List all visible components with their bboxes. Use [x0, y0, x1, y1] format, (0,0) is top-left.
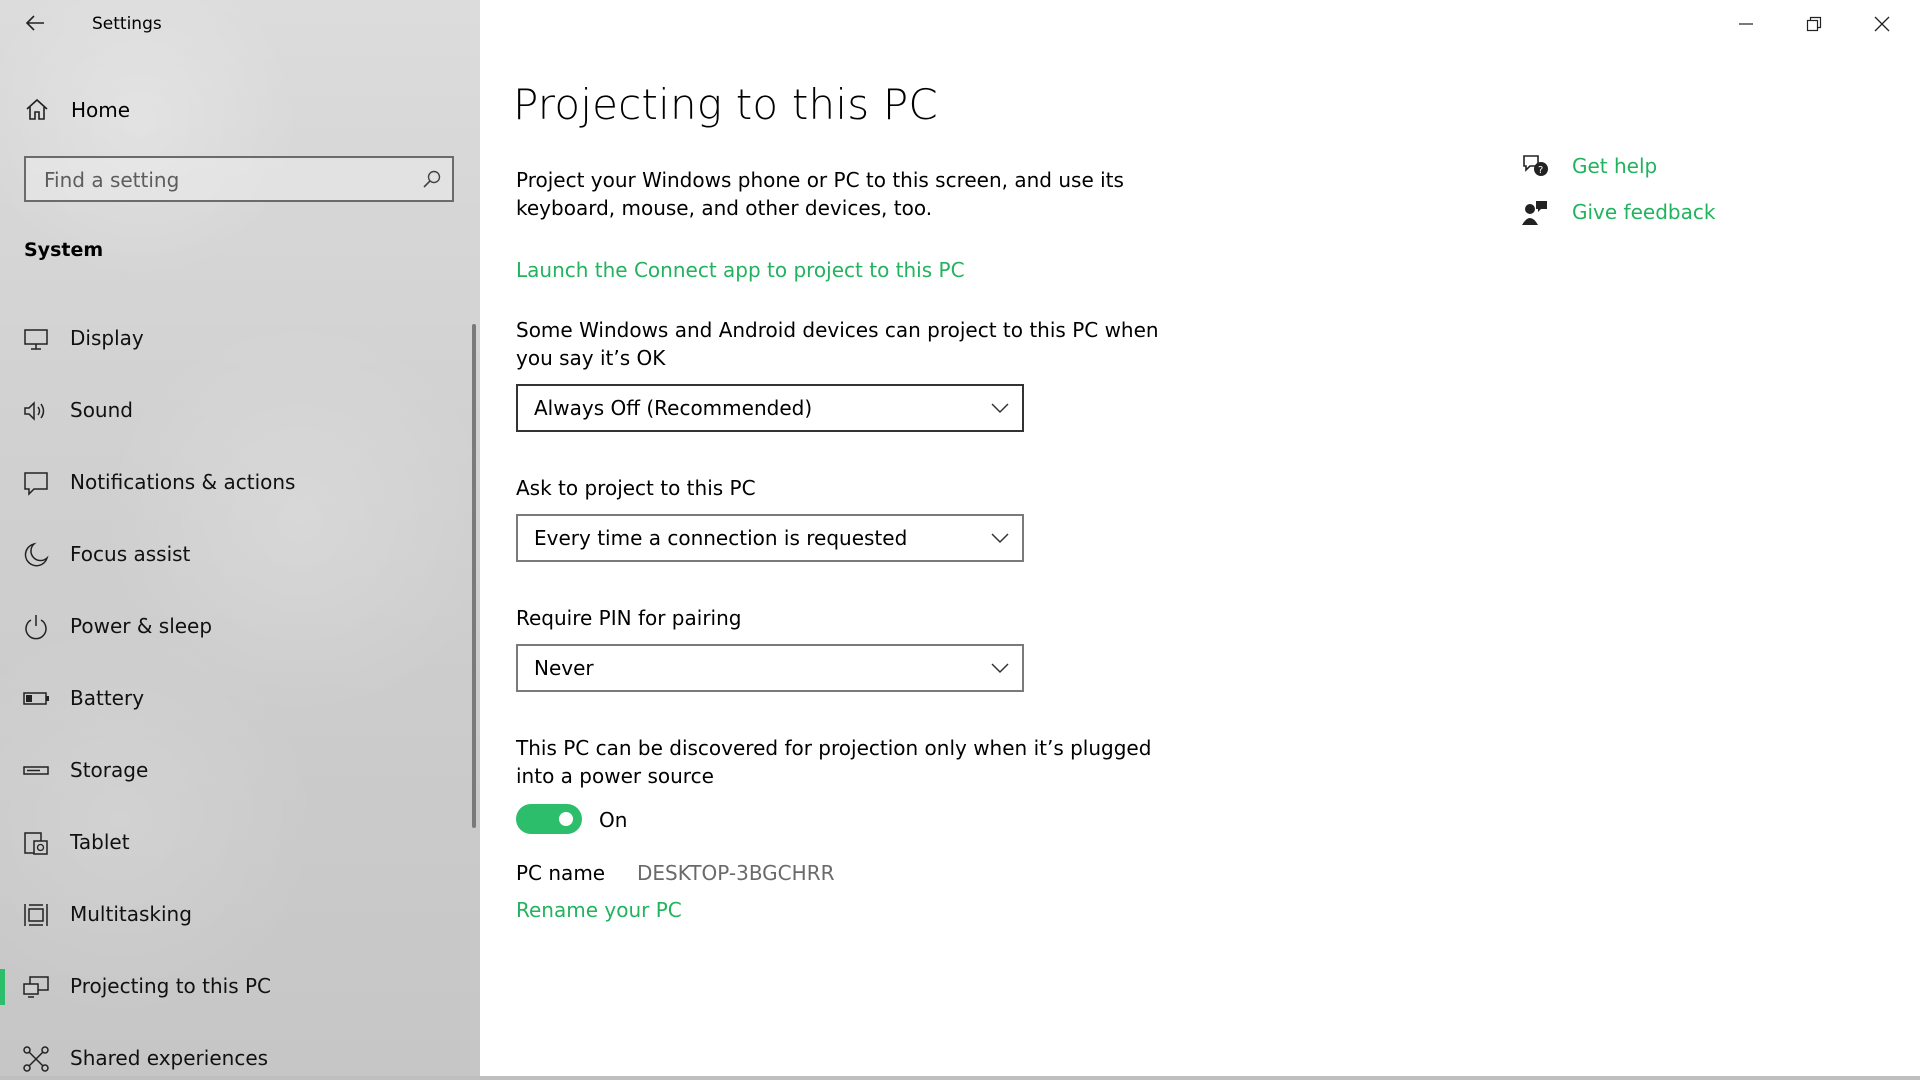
restore-button[interactable] [1780, 0, 1848, 48]
require-pin-label: Require PIN for pairing [516, 606, 742, 630]
give-feedback-link[interactable]: Give feedback [1520, 196, 1820, 230]
dropdown-value: Always Off (Recommended) [534, 396, 813, 420]
projecting-icon [22, 973, 50, 1001]
power-icon [22, 613, 50, 641]
svg-text:?: ? [1538, 165, 1543, 176]
app-title: Settings [92, 14, 162, 34]
require-pin-dropdown[interactable]: Never [516, 644, 1024, 692]
sidebar-item-notifications[interactable]: Notifications & actions [0, 453, 480, 525]
sidebar-item-multitasking[interactable]: Multitasking [0, 885, 480, 957]
search-icon[interactable] [422, 169, 442, 193]
pc-name-value: DESKTOP-3BGCHRR [637, 861, 835, 885]
sidebar-item-label: Multitasking [70, 902, 192, 926]
get-help-label: Get help [1572, 154, 1658, 178]
speaker-icon [22, 397, 50, 425]
sidebar-item-home[interactable]: Home [0, 90, 480, 130]
moon-icon [22, 541, 50, 569]
sidebar-item-label: Projecting to this PC [70, 974, 272, 998]
sidebar-item-battery[interactable]: Battery [0, 669, 480, 741]
sidebar-item-label: Focus assist [70, 542, 191, 566]
storage-drive-icon [22, 757, 50, 785]
ask-to-project-label: Ask to project to this PC [516, 476, 756, 500]
chevron-down-icon [991, 533, 1009, 544]
sidebar-item-label: Notifications & actions [70, 470, 296, 494]
sidebar-item-storage[interactable]: Storage [0, 741, 480, 813]
display-icon [22, 325, 50, 353]
sidebar-nav: Display Sound Notifications & actions Fo… [0, 309, 480, 1080]
toggle-state-label: On [599, 808, 628, 832]
back-button[interactable] [18, 6, 52, 40]
shared-experiences-icon [22, 1045, 50, 1073]
active-indicator [0, 969, 5, 1005]
multitasking-icon [22, 901, 50, 929]
get-help-link[interactable]: ? Get help [1520, 150, 1820, 184]
feedback-icon [1521, 199, 1551, 231]
power-source-label: This PC can be discovered for projection… [516, 736, 1152, 788]
give-feedback-label: Give feedback [1572, 200, 1716, 224]
section-label-system: System [24, 239, 104, 261]
sidebar-item-home-label: Home [71, 98, 131, 122]
get-help-icon: ? [1521, 153, 1551, 185]
sidebar-scrollbar[interactable] [472, 324, 476, 828]
project-availability-label: Some Windows and Android devices can pro… [516, 318, 1159, 370]
sidebar-item-shared-experiences[interactable]: Shared experiences [0, 1029, 480, 1080]
project-availability-dropdown[interactable]: Always Off (Recommended) [516, 384, 1024, 432]
sidebar-item-sound[interactable]: Sound [0, 381, 480, 453]
chevron-down-icon [991, 403, 1009, 414]
ask-to-project-dropdown[interactable]: Every time a connection is requested [516, 514, 1024, 562]
sidebar-item-focus-assist[interactable]: Focus assist [0, 525, 480, 597]
sidebar: Settings Home System Display [0, 0, 480, 1080]
pc-name-label: PC name [516, 861, 606, 885]
sidebar-item-display[interactable]: Display [0, 309, 480, 381]
dropdown-value: Every time a connection is requested [534, 526, 908, 550]
sidebar-item-projecting[interactable]: Projecting to this PC [0, 957, 480, 1029]
back-arrow-icon [25, 15, 44, 31]
sidebar-item-tablet[interactable]: Tablet [0, 813, 480, 885]
sidebar-item-label: Tablet [70, 830, 130, 854]
sidebar-item-power-sleep[interactable]: Power & sleep [0, 597, 480, 669]
sidebar-item-label: Battery [70, 686, 145, 710]
restore-icon [1806, 16, 1822, 32]
close-button[interactable] [1848, 0, 1916, 48]
launch-connect-app-link[interactable]: Launch the Connect app to project to thi… [516, 258, 965, 282]
minimize-button[interactable] [1712, 0, 1780, 48]
chevron-down-icon [991, 663, 1009, 674]
close-icon [1874, 16, 1890, 32]
minimize-icon [1739, 23, 1753, 25]
home-icon [24, 96, 50, 126]
window-bottom-border [0, 1076, 1920, 1080]
battery-icon [22, 685, 50, 713]
rename-pc-link[interactable]: Rename your PC [516, 898, 682, 922]
sidebar-item-label: Storage [70, 758, 149, 782]
power-source-toggle[interactable] [516, 804, 582, 834]
search-input[interactable] [42, 166, 406, 194]
page-description: Project your Windows phone or PC to this… [516, 168, 1124, 220]
toggle-knob [559, 812, 573, 826]
sidebar-item-label: Power & sleep [70, 614, 213, 638]
sidebar-item-label: Sound [70, 398, 133, 422]
message-icon [22, 469, 50, 497]
page-title: Projecting to this PC [513, 80, 938, 129]
sidebar-item-label: Shared experiences [70, 1046, 269, 1070]
dropdown-value: Never [534, 656, 594, 680]
tablet-icon [22, 829, 50, 857]
sidebar-item-label: Display [70, 326, 144, 350]
search-box [24, 156, 454, 202]
